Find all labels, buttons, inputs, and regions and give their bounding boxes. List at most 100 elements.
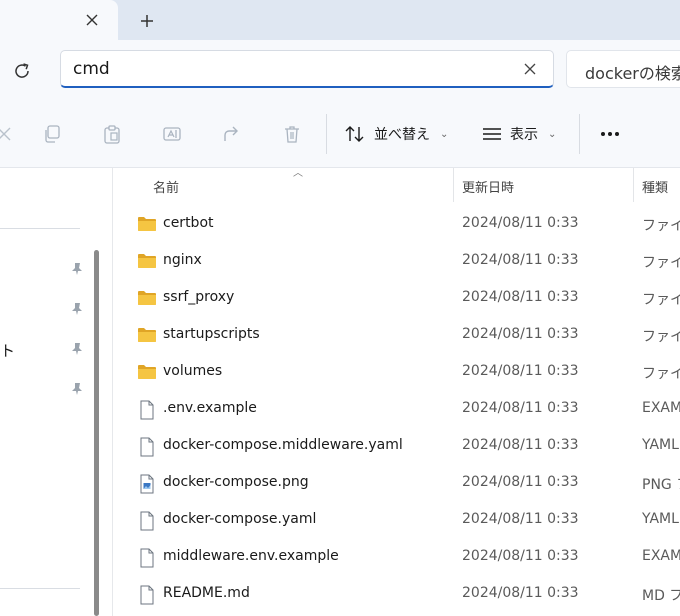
column-separator[interactable] [633, 168, 634, 202]
file-row[interactable]: docker-compose.middleware.yaml 2024/08/1… [113, 428, 680, 465]
close-tab-button[interactable] [80, 8, 104, 32]
pin-icon[interactable] [70, 302, 84, 316]
file-type: ファイル [642, 292, 680, 308]
chevron-down-icon: ⌄ [548, 128, 557, 140]
view-list-icon [483, 128, 501, 140]
refresh-button[interactable] [8, 57, 36, 85]
close-icon [524, 63, 536, 75]
folder-icon [137, 252, 157, 270]
file-row[interactable]: volumes 2024/08/11 0:33 ファイル [113, 354, 680, 391]
folder-icon [137, 215, 157, 233]
copy-button[interactable] [40, 122, 64, 146]
refresh-icon [15, 63, 29, 78]
nav-scrollbar[interactable] [94, 250, 99, 616]
view-label: 表示 [510, 127, 538, 143]
more-dot-icon [615, 132, 619, 136]
file-modified: 2024/08/11 0:33 [462, 400, 579, 416]
file-type: ファイル [642, 366, 680, 382]
file-row[interactable]: startupscripts 2024/08/11 0:33 ファイル [113, 317, 680, 354]
file-row[interactable]: middleware.env.example 2024/08/11 0:33 E… [113, 539, 680, 576]
file-row[interactable]: ssrf_proxy 2024/08/11 0:33 ファイル [113, 280, 680, 317]
sort-label: 並べ替え [374, 127, 430, 143]
view-button[interactable]: 表示 ⌄ [482, 120, 556, 148]
file-type: YAML [642, 511, 679, 527]
file-type: ファイル [642, 255, 680, 271]
file-icon [137, 400, 157, 420]
more-dot-icon [601, 132, 605, 136]
chevron-down-icon: ⌄ [440, 128, 449, 140]
file-name: docker-compose.png [163, 474, 309, 490]
file-modified: 2024/08/11 0:33 [462, 363, 579, 379]
file-type: MD フ [642, 588, 680, 604]
file-name: middleware.env.example [163, 548, 339, 564]
file-row[interactable]: nginx 2024/08/11 0:33 ファイル [113, 243, 680, 280]
file-type: EXAM [642, 548, 680, 564]
file-icon [137, 585, 157, 605]
file-modified: 2024/08/11 0:33 [462, 437, 579, 453]
search-box[interactable]: dockerの検索 [566, 50, 680, 88]
nav-item-label[interactable]: ト [0, 340, 15, 361]
rename-icon [163, 127, 181, 141]
more-options-button[interactable] [596, 122, 624, 146]
sort-button[interactable]: 並べ替え ⌄ [344, 120, 448, 148]
column-header-row: ︿ 名前 更新日時 種類 [113, 168, 680, 202]
pin-icon[interactable] [70, 262, 84, 276]
file-modified: 2024/08/11 0:33 [462, 215, 579, 231]
share-icon [224, 126, 238, 141]
close-icon [86, 14, 98, 26]
paste-button[interactable] [100, 122, 124, 146]
file-type: ファイル [642, 329, 680, 345]
file-modified: 2024/08/11 0:33 [462, 548, 579, 564]
delete-button[interactable] [280, 122, 304, 146]
file-name: docker-compose.yaml [163, 511, 317, 527]
file-type: ファイル [642, 218, 680, 234]
file-row[interactable]: README.md 2024/08/11 0:33 MD フ [113, 576, 680, 613]
sort-ascending-icon: ︿ [293, 168, 303, 179]
navigation-pane: ト [0, 168, 90, 616]
file-name: docker-compose.middleware.yaml [163, 437, 403, 453]
nav-divider [0, 588, 80, 589]
more-dot-icon [608, 132, 612, 136]
file-modified: 2024/08/11 0:33 [462, 511, 579, 527]
file-name: startupscripts [163, 326, 260, 342]
file-modified: 2024/08/11 0:33 [462, 326, 579, 342]
address-bar[interactable] [60, 50, 554, 88]
file-name: nginx [163, 252, 202, 268]
pin-icon[interactable] [70, 342, 84, 356]
column-header-modified[interactable]: 更新日時 [462, 177, 514, 196]
file-name: ssrf_proxy [163, 289, 235, 305]
folder-icon [137, 326, 157, 344]
file-name: certbot [163, 215, 214, 231]
file-row[interactable]: docker-compose.png 2024/08/11 0:33 PNG フ [113, 465, 680, 502]
file-modified: 2024/08/11 0:33 [462, 252, 579, 268]
plus-icon [141, 15, 153, 27]
active-tab[interactable] [0, 0, 118, 40]
column-header-name[interactable]: 名前 [153, 177, 179, 196]
file-modified: 2024/08/11 0:33 [462, 474, 579, 490]
file-modified: 2024/08/11 0:33 [462, 585, 579, 601]
cut-button[interactable] [0, 122, 16, 146]
address-row: dockerの検索 [0, 40, 680, 100]
file-row[interactable]: docker-compose.yaml 2024/08/11 0:33 YAML [113, 502, 680, 539]
file-row[interactable]: .env.example 2024/08/11 0:33 EXAM [113, 391, 680, 428]
command-bar: 並べ替え ⌄ 表示 ⌄ [0, 100, 680, 168]
clear-address-button[interactable] [521, 60, 539, 78]
share-button[interactable] [220, 122, 244, 146]
address-input[interactable] [73, 57, 513, 81]
nav-divider [0, 228, 80, 229]
sort-icon [345, 126, 364, 142]
file-icon [137, 511, 157, 531]
rename-button[interactable] [160, 122, 184, 146]
toolbar-separator [579, 114, 580, 154]
pin-icon[interactable] [70, 382, 84, 396]
file-modified: 2024/08/11 0:33 [462, 289, 579, 305]
column-header-type[interactable]: 種類 [642, 177, 668, 196]
file-row[interactable]: certbot 2024/08/11 0:33 ファイル [113, 206, 680, 243]
new-tab-button[interactable] [134, 8, 160, 34]
tab-strip [0, 0, 680, 40]
file-icon [137, 437, 157, 457]
file-name: .env.example [163, 400, 257, 416]
paste-icon [104, 125, 120, 144]
file-type: EXAM [642, 400, 680, 416]
column-separator[interactable] [453, 168, 454, 202]
